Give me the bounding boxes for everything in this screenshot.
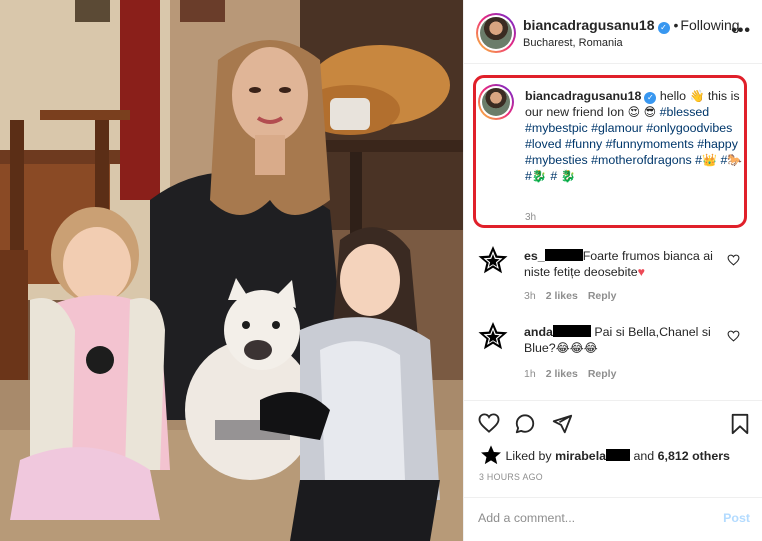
comment-composer: Post bbox=[464, 497, 762, 541]
hashtag-link[interactable]: #mybesties bbox=[525, 153, 588, 167]
horse-emoji: 🐎 bbox=[727, 153, 743, 167]
hashtag-link[interactable]: #onlygoodvibes bbox=[646, 121, 732, 135]
reply-button[interactable]: Reply bbox=[588, 368, 617, 380]
hashtag-link[interactable]: # bbox=[525, 169, 532, 183]
crown-emoji: 👑 bbox=[702, 153, 718, 167]
liked-by-and: and bbox=[633, 449, 655, 463]
hashtag-link[interactable]: #motherofdragons bbox=[591, 153, 692, 167]
hashtag-link[interactable]: #funny bbox=[565, 137, 602, 151]
hashtag-link[interactable]: #happy bbox=[697, 137, 738, 151]
comment-meta: 3h 2 likes Reply bbox=[524, 290, 626, 302]
photo-illustration bbox=[0, 0, 463, 541]
red-heart-emoji: ♥ bbox=[637, 265, 646, 279]
author-row: biancadragusanu18 ✓ • Following bbox=[523, 17, 740, 34]
caption-part: hello bbox=[656, 89, 690, 103]
bookmark-save-icon[interactable] bbox=[730, 413, 750, 435]
heart-eyes-emoji: 😍 bbox=[627, 105, 641, 119]
caption-author-avatar[interactable] bbox=[478, 84, 514, 120]
caption-highlight: biancadragusanu18 ✓ hello 👋 this is our n… bbox=[473, 75, 747, 228]
comment-text: es_ Foarte frumos bianca ai niste fetițe … bbox=[524, 248, 724, 280]
hashtag-link[interactable]: # bbox=[550, 169, 557, 183]
verified-badge-icon: ✓ bbox=[644, 92, 657, 104]
caption-timestamp[interactable]: 3h bbox=[525, 212, 536, 223]
author-username[interactable]: biancadragusanu18 bbox=[523, 17, 655, 33]
share-send-icon[interactable] bbox=[551, 413, 573, 435]
redaction-bar bbox=[606, 449, 631, 461]
liker-username[interactable]: mirabela bbox=[555, 449, 606, 463]
laughing-emoji: 😂😂😂 bbox=[555, 341, 598, 355]
post-comment-button[interactable]: Post bbox=[723, 511, 750, 525]
comment-meta: 1h 2 likes Reply bbox=[524, 368, 626, 380]
hashtag-link[interactable]: #mybestpic bbox=[525, 121, 588, 135]
comment-item: es_ Foarte frumos bianca ai niste fetițe … bbox=[477, 244, 753, 308]
more-horizontal-icon[interactable]: ••• bbox=[731, 23, 751, 39]
likes-count[interactable]: 6,812 others bbox=[658, 449, 730, 463]
comment-like-heart-icon[interactable] bbox=[727, 330, 740, 342]
reply-button[interactable]: Reply bbox=[588, 290, 617, 302]
author-avatar[interactable] bbox=[476, 13, 516, 53]
likes-summary: Liked by mirabela and 6,812 others bbox=[480, 444, 730, 466]
dragon-emoji: 🐉 bbox=[531, 169, 547, 183]
hashtag-link[interactable]: #funnymoments bbox=[606, 137, 694, 151]
post-timestamp[interactable]: 3 HOURS AGO bbox=[479, 472, 543, 482]
redaction-bar bbox=[544, 249, 583, 261]
follow-separator: • bbox=[673, 17, 679, 33]
comment-username[interactable]: es_ bbox=[524, 249, 545, 263]
comment-username[interactable]: anda bbox=[524, 325, 553, 339]
comment-text: anda Pai si Bella,Chanel si Blue?😂😂😂 bbox=[524, 324, 724, 356]
caption-text: biancadragusanu18 ✓ hello 👋 this is our n… bbox=[525, 88, 743, 184]
post-header: biancadragusanu18 ✓ • Following Bucharest, … bbox=[464, 0, 762, 64]
comment-bubble-icon[interactable] bbox=[514, 413, 536, 435]
comment-time[interactable]: 1h bbox=[524, 368, 536, 380]
post-location[interactable]: Bucharest, Romania bbox=[523, 37, 623, 49]
redaction-bar bbox=[552, 325, 591, 337]
liked-by-prefix: Liked by bbox=[505, 449, 552, 463]
comment-likes[interactable]: 2 likes bbox=[546, 368, 578, 380]
star-avatar-icon[interactable] bbox=[477, 244, 509, 276]
hashtag-link[interactable]: #blessed bbox=[660, 105, 710, 119]
comment-item: anda Pai si Bella,Chanel si Blue?😂😂😂 1h 2… bbox=[477, 320, 753, 384]
add-comment-input[interactable] bbox=[478, 511, 698, 525]
comment-like-heart-icon[interactable] bbox=[727, 254, 740, 266]
like-heart-icon[interactable] bbox=[478, 413, 500, 433]
star-avatar-icon[interactable] bbox=[477, 320, 509, 352]
hashtag-link[interactable]: #glamour bbox=[591, 121, 643, 135]
post-side-panel: biancadragusanu18 ✓ • Following Bucharest, … bbox=[463, 0, 762, 541]
sunglasses-emoji: 😎 bbox=[643, 105, 657, 119]
comment-likes[interactable]: 2 likes bbox=[546, 290, 578, 302]
dragon-emoji: 🐉 bbox=[560, 169, 576, 183]
verified-badge-icon: ✓ bbox=[657, 22, 670, 34]
post-photo[interactable] bbox=[0, 0, 463, 541]
action-bar bbox=[464, 400, 762, 440]
comment-time[interactable]: 3h bbox=[524, 290, 536, 302]
caption-username[interactable]: biancadragusanu18 bbox=[525, 89, 641, 103]
waving-hand-emoji: 👋 bbox=[689, 89, 705, 103]
liker-star-avatar-icon[interactable] bbox=[480, 444, 502, 466]
hashtag-link[interactable]: #loved bbox=[525, 137, 562, 151]
